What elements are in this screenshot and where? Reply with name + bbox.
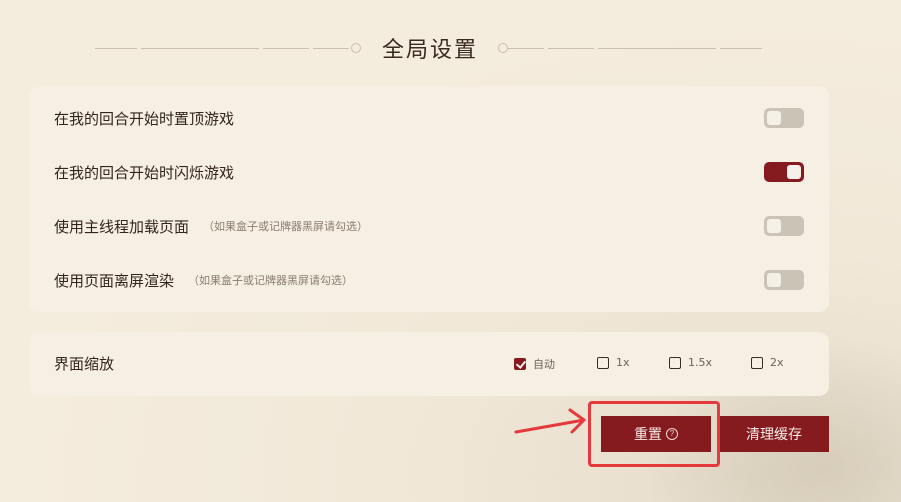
main-thread-toggle[interactable] (764, 216, 804, 236)
scale-option-label: 1.5x (688, 356, 713, 369)
checkbox-icon[interactable] (669, 356, 681, 369)
scale-option-label: 2x (770, 356, 784, 369)
checkbox-icon[interactable] (751, 356, 763, 369)
title-ornament-right (498, 43, 763, 53)
setting-row-pin-game: 在我的回合开始时置顶游戏 (54, 102, 804, 134)
scale-panel: 界面缩放 自动 1x 1.5x 2x (29, 332, 829, 396)
scale-option-2x[interactable]: 2x (751, 356, 784, 369)
toggle-knob (787, 165, 801, 179)
scale-option-label: 自动 (533, 358, 555, 371)
pin-game-toggle[interactable] (764, 108, 804, 128)
flash-game-toggle[interactable] (764, 162, 804, 182)
toggle-knob (767, 273, 781, 287)
annotation-highlight-box (588, 401, 720, 467)
offscreen-render-toggle[interactable] (764, 270, 804, 290)
scale-label: 界面缩放 (54, 355, 115, 373)
toggle-knob (767, 111, 781, 125)
setting-label: 使用页面离屏渲染 (54, 271, 175, 290)
clear-cache-button[interactable]: 清理缓存 (719, 416, 829, 452)
checkbox-checked-icon[interactable] (514, 358, 526, 370)
scale-option-1x[interactable]: 1x (597, 356, 630, 369)
toggle-knob (767, 219, 781, 233)
setting-label: 在我的回合开始时置顶游戏 (54, 109, 235, 128)
page-header: 全局设置 (0, 28, 901, 72)
settings-panel: 在我的回合开始时置顶游戏 在我的回合开始时闪烁游戏 使用主线程加载页面 （如果盒… (29, 86, 829, 312)
clear-cache-label: 清理缓存 (746, 426, 802, 442)
scale-option-label: 1x (616, 356, 630, 369)
setting-hint: （如果盒子或记牌器黑屏请勾选） (203, 220, 369, 233)
scale-option-1-5x[interactable]: 1.5x (669, 356, 712, 369)
arrow-right-icon (514, 408, 586, 434)
setting-hint: （如果盒子或记牌器黑屏请勾选） (188, 274, 354, 287)
setting-label: 在我的回合开始时闪烁游戏 (54, 163, 235, 182)
setting-label: 使用主线程加载页面 (54, 217, 190, 236)
setting-row-offscreen-render: 使用页面离屏渲染 （如果盒子或记牌器黑屏请勾选） (54, 264, 804, 296)
setting-row-main-thread: 使用主线程加载页面 （如果盒子或记牌器黑屏请勾选） (54, 210, 804, 242)
checkbox-icon[interactable] (597, 356, 609, 369)
setting-row-flash-game: 在我的回合开始时闪烁游戏 (54, 156, 804, 188)
scale-option-auto[interactable]: 自动 (514, 356, 555, 372)
